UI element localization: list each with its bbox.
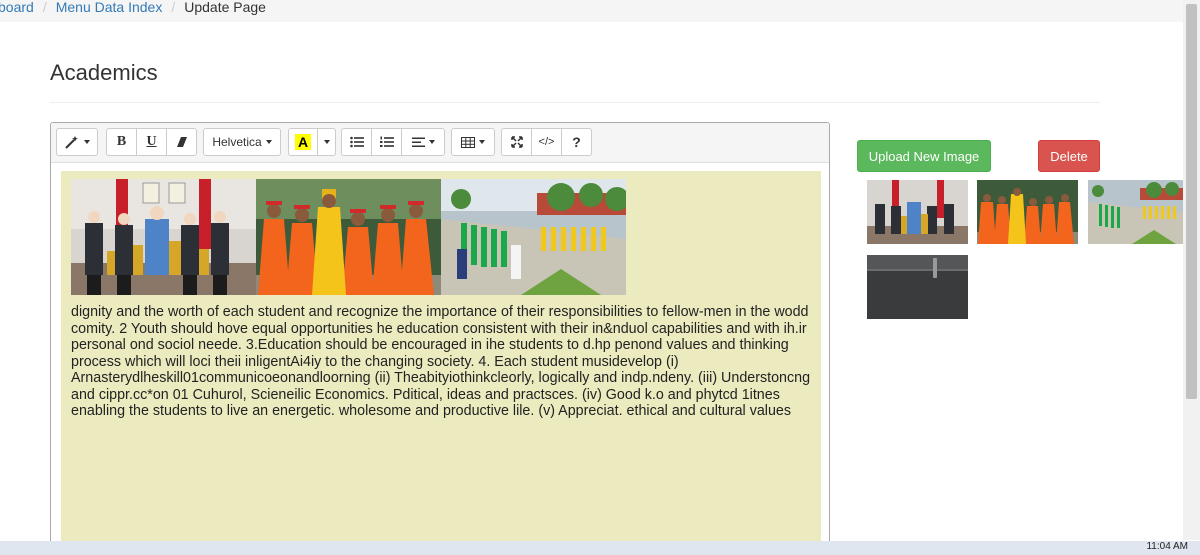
scrollbar-thumb[interactable] [1186, 4, 1197, 399]
school-assembly-photo[interactable] [441, 179, 626, 295]
upload-new-image-button[interactable]: Upload New Image [857, 140, 991, 172]
breadcrumb-menu-data-index-link[interactable]: Menu Data Index [56, 0, 163, 15]
students-trophies-photo[interactable] [71, 179, 256, 295]
recent-color-button[interactable]: A [288, 128, 318, 156]
unordered-list-icon [349, 136, 364, 148]
style-group [56, 128, 98, 156]
breadcrumb-separator: / [42, 0, 47, 15]
cultural-dance-thumb[interactable] [977, 180, 1078, 244]
code-view-icon: </> [538, 136, 555, 148]
divider [50, 102, 1100, 103]
editor-body-text: dignity and the worth of each student an… [71, 304, 811, 419]
fullscreen-button[interactable] [501, 128, 532, 156]
chevron-down-icon [428, 140, 435, 144]
eraser-icon [176, 137, 187, 147]
delete-button[interactable]: Delete [1038, 140, 1100, 172]
page-title: Academics [50, 60, 158, 85]
ordered-list-icon [379, 136, 394, 147]
cultural-dance-photo[interactable] [256, 179, 441, 295]
editor-toolbar: B U Helvetica A </> ? [51, 123, 829, 163]
breadcrumb-dashboard-link[interactable]: board [0, 0, 34, 15]
color-group: A [288, 128, 336, 156]
editor-image-row [71, 179, 811, 295]
view-group: </> ? [501, 128, 592, 156]
ordered-list-button[interactable] [371, 128, 402, 156]
breadcrumb-current: Update Page [184, 0, 266, 15]
os-taskbar: 11:04 AM [0, 541, 1200, 555]
bold-button[interactable]: B [106, 128, 137, 156]
page-scrollbar[interactable] [1183, 0, 1200, 540]
style-button[interactable] [56, 128, 98, 156]
editor-content[interactable]: dignity and the worth of each student an… [61, 171, 821, 555]
clear-format-button[interactable] [166, 128, 197, 156]
unordered-list-button[interactable] [341, 128, 372, 156]
breadcrumb-separator: / [171, 0, 176, 15]
chevron-down-icon [265, 140, 272, 144]
font-name-label: Helvetica [212, 135, 262, 149]
rich-text-editor: B U Helvetica A </> ? dignity and the wo… [50, 122, 830, 555]
paragraph-group [341, 128, 445, 156]
code-view-button[interactable]: </> [531, 128, 562, 156]
students-trophies-thumb[interactable] [867, 180, 968, 244]
paragraph-align-dropdown[interactable] [401, 128, 445, 156]
breadcrumb: board / Menu Data Index / Update Page [0, 0, 1200, 22]
color-dropdown-button[interactable] [317, 128, 336, 156]
pen-thumb[interactable] [867, 255, 968, 319]
school-assembly-thumb[interactable] [1088, 180, 1189, 244]
magic-icon [65, 136, 78, 149]
chevron-down-icon [84, 140, 90, 144]
font-name-dropdown[interactable]: Helvetica [203, 128, 281, 156]
chevron-down-icon [323, 140, 330, 144]
underline-button[interactable]: U [136, 128, 167, 156]
font-style-group: B U [106, 128, 197, 156]
table-group [451, 128, 495, 156]
help-button[interactable]: ? [561, 128, 592, 156]
table-icon [461, 136, 475, 148]
taskbar-clock: 11:04 AM [1146, 541, 1188, 552]
fullscreen-icon [510, 136, 523, 148]
font-name-group: Helvetica [203, 128, 281, 156]
table-dropdown[interactable] [451, 128, 495, 156]
font-color-icon: A [294, 134, 312, 150]
align-left-icon [411, 137, 425, 147]
chevron-down-icon [479, 140, 485, 144]
